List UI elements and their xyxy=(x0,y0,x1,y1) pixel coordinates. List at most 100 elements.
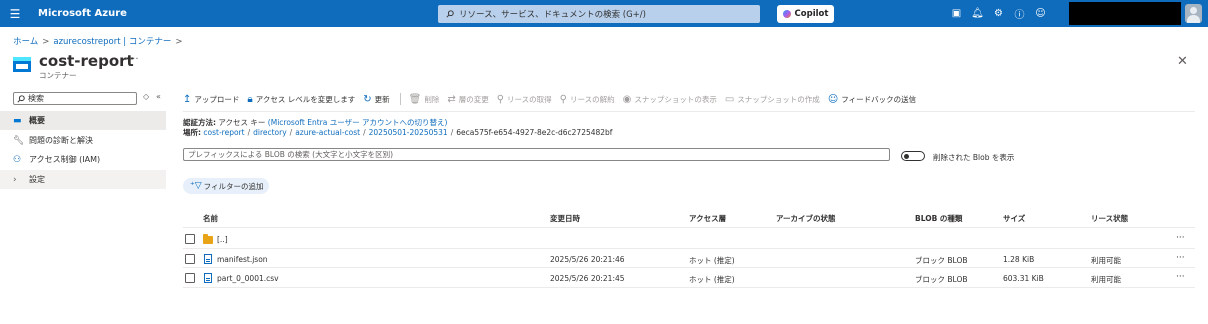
acquire-lease-button[interactable]: ⚲ リースの取得 xyxy=(497,94,552,105)
sidebar-item-overview[interactable]: ▬ 概要 xyxy=(0,111,166,130)
column-header-blob-type[interactable]: BLOB の種類 xyxy=(915,213,962,224)
refresh-label: 更新 xyxy=(374,94,390,104)
global-search-input[interactable]: リソース、サービス、ドキュメントの検索 (G+/) xyxy=(438,5,760,23)
refresh-icon: ↻ xyxy=(363,93,372,105)
search-icon xyxy=(17,95,25,103)
unlink-icon: ⚲ xyxy=(559,93,567,105)
switch-auth-link[interactable]: (Microsoft Entra ユーザー アカウントへの切り替え) xyxy=(268,118,448,127)
delete-button[interactable]: 🗑︎ 削除 xyxy=(409,94,440,105)
snapshot-icon: ▭ xyxy=(724,93,735,105)
overview-icon: ▬ xyxy=(13,115,22,126)
avatar[interactable] xyxy=(1185,4,1202,23)
sidebar-item-settings[interactable]: › 設定 xyxy=(0,170,166,189)
settings-icon[interactable]: ⚙ xyxy=(988,0,1009,27)
more-options-icon[interactable]: ··· xyxy=(129,54,139,65)
row-checkbox[interactable] xyxy=(185,273,195,283)
feedback-icon[interactable]: ☺ xyxy=(1030,0,1051,27)
change-access-label: アクセス レベルを変更します xyxy=(255,94,356,104)
feedback-button[interactable]: ☺ フィードバックの送信 xyxy=(828,94,916,105)
copilot-button[interactable]: Copilot xyxy=(777,5,834,23)
chevron-right-icon: › xyxy=(13,174,17,185)
path-segment[interactable]: 20250501-20250531 xyxy=(369,128,448,137)
upload-label: アップロード xyxy=(194,94,240,104)
people-icon: ⚇ xyxy=(13,154,22,165)
row-divider xyxy=(183,267,1195,268)
column-header-lease[interactable]: リース状態 xyxy=(1091,213,1128,224)
row-checkbox[interactable] xyxy=(185,234,195,244)
row-name-link[interactable]: manifest.json xyxy=(217,255,268,264)
row-checkbox[interactable] xyxy=(185,254,195,264)
auth-value: アクセス キー xyxy=(218,118,266,127)
collapse-nav-icon[interactable]: « xyxy=(156,92,161,101)
upload-button[interactable]: ↥ アップロード xyxy=(183,94,239,105)
lock-icon: 🔒︎ xyxy=(247,93,253,105)
notifications-icon[interactable]: 🔔︎ xyxy=(967,0,988,27)
location-label: 場所: xyxy=(183,128,201,137)
header-divider xyxy=(183,227,1195,228)
row-name-link[interactable]: part_0_0001.csv xyxy=(217,274,279,283)
change-access-button[interactable]: 🔒︎ アクセス レベルを変更します xyxy=(247,94,355,105)
cloud-shell-icon[interactable]: ▣ xyxy=(946,0,967,27)
change-tier-button[interactable]: ⇄ 層の変更 xyxy=(447,94,488,105)
help-icon[interactable]: ⓘ xyxy=(1009,0,1030,27)
breadcrumb: ホーム > azurecostreport | コンテナー > xyxy=(13,35,186,47)
create-snapshot-button[interactable]: ▭ スナップショットの作成 xyxy=(725,94,820,105)
top-bar: ☰ Microsoft Azure リソース、サービス、ドキュメントの検索 (G… xyxy=(0,0,1208,27)
breadcrumb-home[interactable]: ホーム xyxy=(13,37,38,47)
break-lease-label: リースの解約 xyxy=(570,94,615,104)
nav-search-input[interactable]: 検索 xyxy=(13,92,137,105)
show-deleted-label: 削除された Blob を表示 xyxy=(933,153,1015,162)
path-segment[interactable]: cost-report xyxy=(203,128,244,137)
copilot-icon xyxy=(782,10,791,18)
path-separator: / xyxy=(289,128,293,137)
auth-label: 認証方法: xyxy=(183,118,216,127)
row-blob-type: ブロック BLOB xyxy=(915,275,968,284)
trash-icon: 🗑︎ xyxy=(408,93,422,105)
copilot-label: Copilot xyxy=(794,9,829,19)
row-divider xyxy=(183,248,1195,249)
column-header-modified[interactable]: 変更日時 xyxy=(550,213,580,224)
column-header-size[interactable]: サイズ xyxy=(1003,213,1025,224)
row-blob-type: ブロック BLOB xyxy=(915,256,968,265)
close-icon[interactable]: ✕ xyxy=(1177,54,1188,69)
location-path: 場所: cost-report / directory / azure-actual-c… xyxy=(183,127,612,138)
swap-icon: ⇄ xyxy=(447,93,456,105)
top-icons: ▣ 🔔︎ ⚙ ⓘ ☺ xyxy=(946,0,1051,27)
column-header-name[interactable]: 名前 xyxy=(203,213,218,224)
show-deleted-toggle[interactable] xyxy=(901,151,925,161)
break-lease-button[interactable]: ⚲ リースの解約 xyxy=(560,94,615,105)
row-lease: 利用可能 xyxy=(1091,256,1121,265)
row-more-icon[interactable]: ··· xyxy=(1176,253,1185,263)
column-header-archive[interactable]: アーカイブの状態 xyxy=(776,213,836,224)
breadcrumb-parent[interactable]: azurecostreport | コンテナー xyxy=(53,37,171,47)
path-segment[interactable]: directory xyxy=(253,128,287,137)
sidebar-item-label: 概要 xyxy=(29,116,45,125)
row-more-icon[interactable]: ··· xyxy=(1176,233,1185,243)
sidebar-item-iam[interactable]: ⚇ アクセス制御 (IAM) xyxy=(0,150,166,169)
container-icon xyxy=(13,57,31,72)
row-name-link[interactable]: [..] xyxy=(217,235,228,244)
nav-toggle-icon[interactable]: ◇ xyxy=(143,92,149,101)
global-search-placeholder: リソース、サービス、ドキュメントの検索 (G+/) xyxy=(459,10,646,20)
row-lease: 利用可能 xyxy=(1091,275,1121,284)
blob-search-input[interactable]: プレフィックスによる BLOB の検索 (大文字と小文字を区別) xyxy=(183,148,890,161)
path-separator: / xyxy=(247,128,251,137)
breadcrumb-separator: > xyxy=(42,37,50,47)
menu-icon[interactable]: ☰ xyxy=(0,0,30,27)
column-header-tier[interactable]: アクセス層 xyxy=(689,213,726,224)
link-icon: ⚲ xyxy=(496,93,505,105)
brand-title[interactable]: Microsoft Azure xyxy=(38,8,127,19)
path-segment[interactable]: azure-actual-cost xyxy=(295,128,360,137)
row-more-icon[interactable]: ··· xyxy=(1176,272,1185,282)
row-size: 1.28 KiB xyxy=(1003,255,1035,264)
add-filter-button[interactable]: ⁺▽ フィルターの追加 xyxy=(183,178,269,194)
sidebar-item-diagnose[interactable]: 🔧︎ 問題の診断と解決 xyxy=(0,131,166,150)
show-snapshots-label: スナップショットの表示 xyxy=(634,94,717,104)
row-modified: 2025/5/26 20:21:45 xyxy=(550,274,625,283)
show-snapshots-button[interactable]: ◉ スナップショットの表示 xyxy=(623,94,717,105)
account-name-box[interactable] xyxy=(1069,2,1181,25)
blob-search-placeholder: プレフィックスによる BLOB の検索 (大文字と小文字を区別) xyxy=(188,150,394,159)
refresh-button[interactable]: ↻ 更新 xyxy=(363,94,389,105)
sidebar-item-label: アクセス制御 (IAM) xyxy=(29,155,101,164)
nav-search-placeholder: 検索 xyxy=(28,94,44,103)
